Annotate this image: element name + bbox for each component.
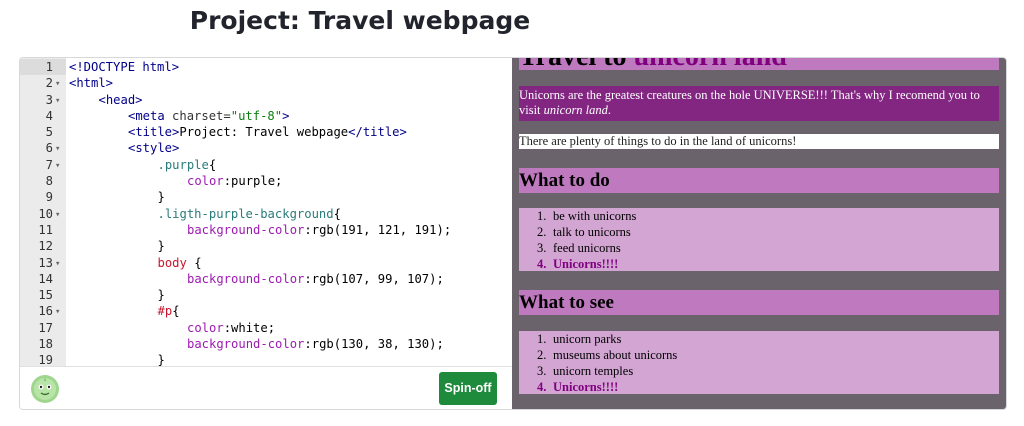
code-text[interactable]: background-color:rgb(107, 99, 107); [69,271,444,287]
line-number: 19 [38,353,53,366]
fold-arrow-icon[interactable]: ▾ [55,76,60,92]
line-number: 16 [38,304,53,319]
line-number: 1 [45,60,53,74]
code-text[interactable]: <meta charset="utf-8"> [69,108,289,124]
fold-arrow-icon[interactable]: ▾ [55,207,60,223]
fold-arrow-icon[interactable]: ▾ [55,158,60,174]
code-text[interactable]: color:purple; [69,173,282,189]
line-number: 17 [38,320,53,335]
code-text[interactable]: color:white; [69,320,275,336]
code-editor[interactable]: 1 <!DOCTYPE html> 2 ▾ <html> 3 ▾ <head> 4 <meta c… [20,58,512,366]
list-item: 3. unicorn temples [537,364,634,378]
code-text[interactable]: <head> [69,92,143,108]
code-text[interactable]: #p{ [69,303,180,319]
list-item: 4. Unicorns!!!! [537,257,619,271]
code-text[interactable]: } [69,238,165,254]
line-number: 10 [38,206,53,221]
code-text[interactable]: <html> [69,75,113,91]
code-text[interactable]: } [69,287,165,303]
code-text[interactable]: .purple{ [69,157,217,173]
what-to-see-list: 1. unicorn parks 2. museums about unicorns 3… [519,331,999,394]
line-number: 8 [45,174,53,189]
list-item: 2. museums about unicorns [537,348,678,362]
line-number: 9 [45,190,53,205]
line-number: 18 [38,337,53,352]
line-number: 5 [45,125,53,140]
line-number: 12 [38,239,53,254]
preview-heading-travel: Travel to unicorn land [519,58,999,71]
line-number: 15 [38,288,53,303]
preview-heading-what-to-do: What to do [519,168,999,193]
code-text[interactable]: <style> [69,140,179,156]
what-to-do-list: 1. be with unicorns 2. talk to unicorns 3. fe… [519,208,999,271]
line-number: 3 [45,92,53,107]
line-number: 13 [38,255,53,270]
list-item: 1. be with unicorns [537,209,637,223]
editor-bottom-bar: Spin-off [20,366,512,409]
fold-arrow-icon[interactable]: ▾ [55,141,60,157]
code-text[interactable]: } [69,189,165,205]
page-title: Project: Travel webpage [189,6,531,35]
fold-arrow-icon[interactable]: ▾ [55,256,60,272]
code-text[interactable]: background-color:rgb(191, 121, 191); [69,222,451,238]
line-number: 11 [38,222,53,237]
code-text[interactable]: } [69,352,165,366]
line-number: 4 [45,108,53,123]
line-number: 7 [45,157,53,172]
avatar-icon[interactable] [30,374,60,404]
list-item: 2. talk to unicorns [537,225,631,239]
project-frame: 1 <!DOCTYPE html> 2 ▾ <html> 3 ▾ <head> 4 <meta c… [19,57,1007,410]
line-number: 2 [45,76,53,91]
preview-intro-paragraph: Unicorns are the greatest creatures on t… [519,86,999,121]
spin-off-button[interactable]: Spin-off [439,372,497,405]
preview-heading-what-to-see: What to see [519,290,999,315]
line-number: 14 [38,271,53,286]
code-text[interactable]: .ligth-purple-background{ [69,206,341,222]
code-text[interactable]: background-color:rgb(130, 38, 130); [69,336,444,352]
code-text[interactable]: body { [69,255,202,271]
code-text[interactable]: <!DOCTYPE html> [69,59,179,75]
line-number: 6 [45,141,53,156]
output-preview: Travel to unicorn land Unicorns are the … [512,58,1006,409]
code-text[interactable]: <title>Project: Travel webpage</title> [69,124,407,140]
list-item: 1. unicorn parks [537,332,622,346]
preview-plain-paragraph: There are plenty of things to do in the … [519,134,999,149]
fold-arrow-icon[interactable]: ▾ [55,93,60,109]
fold-arrow-icon[interactable]: ▾ [55,304,60,320]
list-item: 4. Unicorns!!!! [537,380,619,394]
list-item: 3. feed unicorns [537,241,621,255]
